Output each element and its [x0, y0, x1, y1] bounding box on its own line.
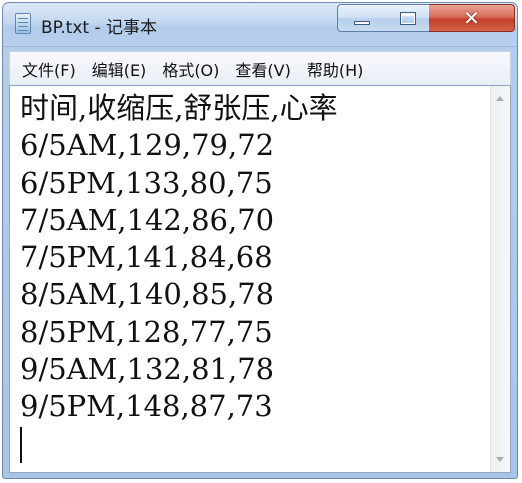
menu-bar: 文件(F) 编辑(E) 格式(O) 查看(V) 帮助(H) — [9, 51, 511, 85]
close-button[interactable]: ✕ — [429, 4, 515, 32]
notepad-window: BP.txt - 记事本 ✕ 文件(F) 编辑(E) 格式(O) 查看(V) 帮… — [2, 2, 518, 479]
menu-view[interactable]: 查看(V) — [227, 57, 298, 81]
maximize-icon — [399, 11, 416, 25]
text-content[interactable]: 时间,收缩压,舒张压,心率 6/5AM,129,79,72 6/5PM,133,… — [10, 86, 490, 472]
minimize-icon — [354, 21, 370, 25]
minimize-button[interactable] — [337, 4, 387, 32]
window-title: BP.txt - 记事本 — [41, 18, 158, 38]
title-bar[interactable]: BP.txt - 记事本 ✕ — [3, 3, 517, 47]
text-caret — [20, 426, 22, 463]
close-icon: ✕ — [463, 6, 480, 30]
text-line: 9/5AM,132,81,78 — [20, 352, 275, 387]
text-line: 8/5PM,128,77,75 — [20, 314, 273, 349]
text-editor[interactable]: 时间,收缩压,舒张压,心率 6/5AM,129,79,72 6/5PM,133,… — [9, 85, 511, 473]
text-line-header: 时间,收缩压,舒张压,心率 — [20, 91, 338, 125]
menu-edit[interactable]: 编辑(E) — [84, 57, 155, 81]
vertical-scrollbar[interactable] — [490, 86, 510, 472]
text-line: 8/5AM,140,85,78 — [20, 277, 275, 312]
menu-file[interactable]: 文件(F) — [10, 57, 84, 81]
text-line: 7/5AM,142,86,70 — [20, 202, 275, 237]
text-line: 9/5PM,148,87,73 — [20, 389, 273, 424]
maximize-button[interactable] — [386, 4, 430, 32]
text-line: 7/5PM,141,84,68 — [20, 240, 273, 275]
menu-format[interactable]: 格式(O) — [154, 57, 227, 81]
scroll-down-arrow-icon[interactable] — [496, 457, 504, 462]
menu-help[interactable]: 帮助(H) — [299, 57, 372, 81]
text-line: 6/5AM,129,79,72 — [20, 128, 275, 163]
notepad-icon[interactable] — [15, 13, 31, 34]
text-line: 6/5PM,133,80,75 — [20, 165, 273, 200]
scroll-up-arrow-icon[interactable] — [496, 96, 504, 101]
